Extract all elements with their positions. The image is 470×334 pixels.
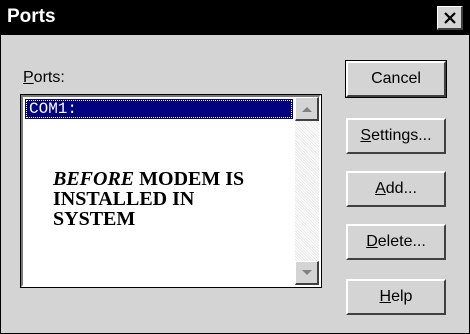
annotation-note: BEFORE MODEM IS INSTALLED IN SYSTEM	[53, 169, 273, 229]
list-item-com1[interactable]: COM1:	[25, 99, 293, 119]
close-icon	[443, 11, 456, 24]
window-title: Ports	[7, 6, 56, 27]
delete-button[interactable]: Delete...	[346, 224, 446, 260]
delete-button-label: elete...	[377, 233, 426, 250]
ports-label-accelerator: P	[23, 69, 34, 86]
add-accelerator: A	[375, 180, 386, 197]
settings-button[interactable]: Settings...	[346, 118, 446, 154]
add-button-label: dd...	[385, 180, 417, 197]
ports-label-text: orts:	[33, 69, 65, 86]
title-bar: Ports	[1, 1, 469, 35]
cancel-button[interactable]: Cancel	[345, 60, 447, 98]
ports-label: Ports:	[23, 69, 65, 87]
ports-listbox[interactable]: COM1: BEFORE MODEM IS INSTALLED IN SYSTE…	[20, 94, 322, 288]
help-accelerator: H	[379, 288, 392, 305]
scroll-up-button[interactable]	[295, 97, 319, 121]
scroll-down-arrow-icon	[301, 269, 312, 275]
scroll-down-button[interactable]	[295, 261, 319, 285]
help-button[interactable]: Help	[346, 279, 446, 315]
add-button[interactable]: Add...	[346, 171, 446, 207]
scroll-up-arrow-icon	[301, 106, 312, 112]
settings-button-label: ettings...	[371, 127, 432, 144]
annotation-emphasis: BEFORE	[53, 168, 135, 190]
delete-accelerator: D	[366, 233, 378, 250]
ports-dialog: Ports Ports: COM1: BEFORE MODEM IS INSTA…	[0, 0, 470, 334]
close-button[interactable]	[437, 6, 463, 30]
cancel-button-label: Cancel	[371, 70, 421, 87]
help-button-label: elp	[391, 288, 413, 305]
settings-accelerator: S	[360, 127, 372, 144]
vertical-scrollbar[interactable]	[295, 97, 319, 285]
